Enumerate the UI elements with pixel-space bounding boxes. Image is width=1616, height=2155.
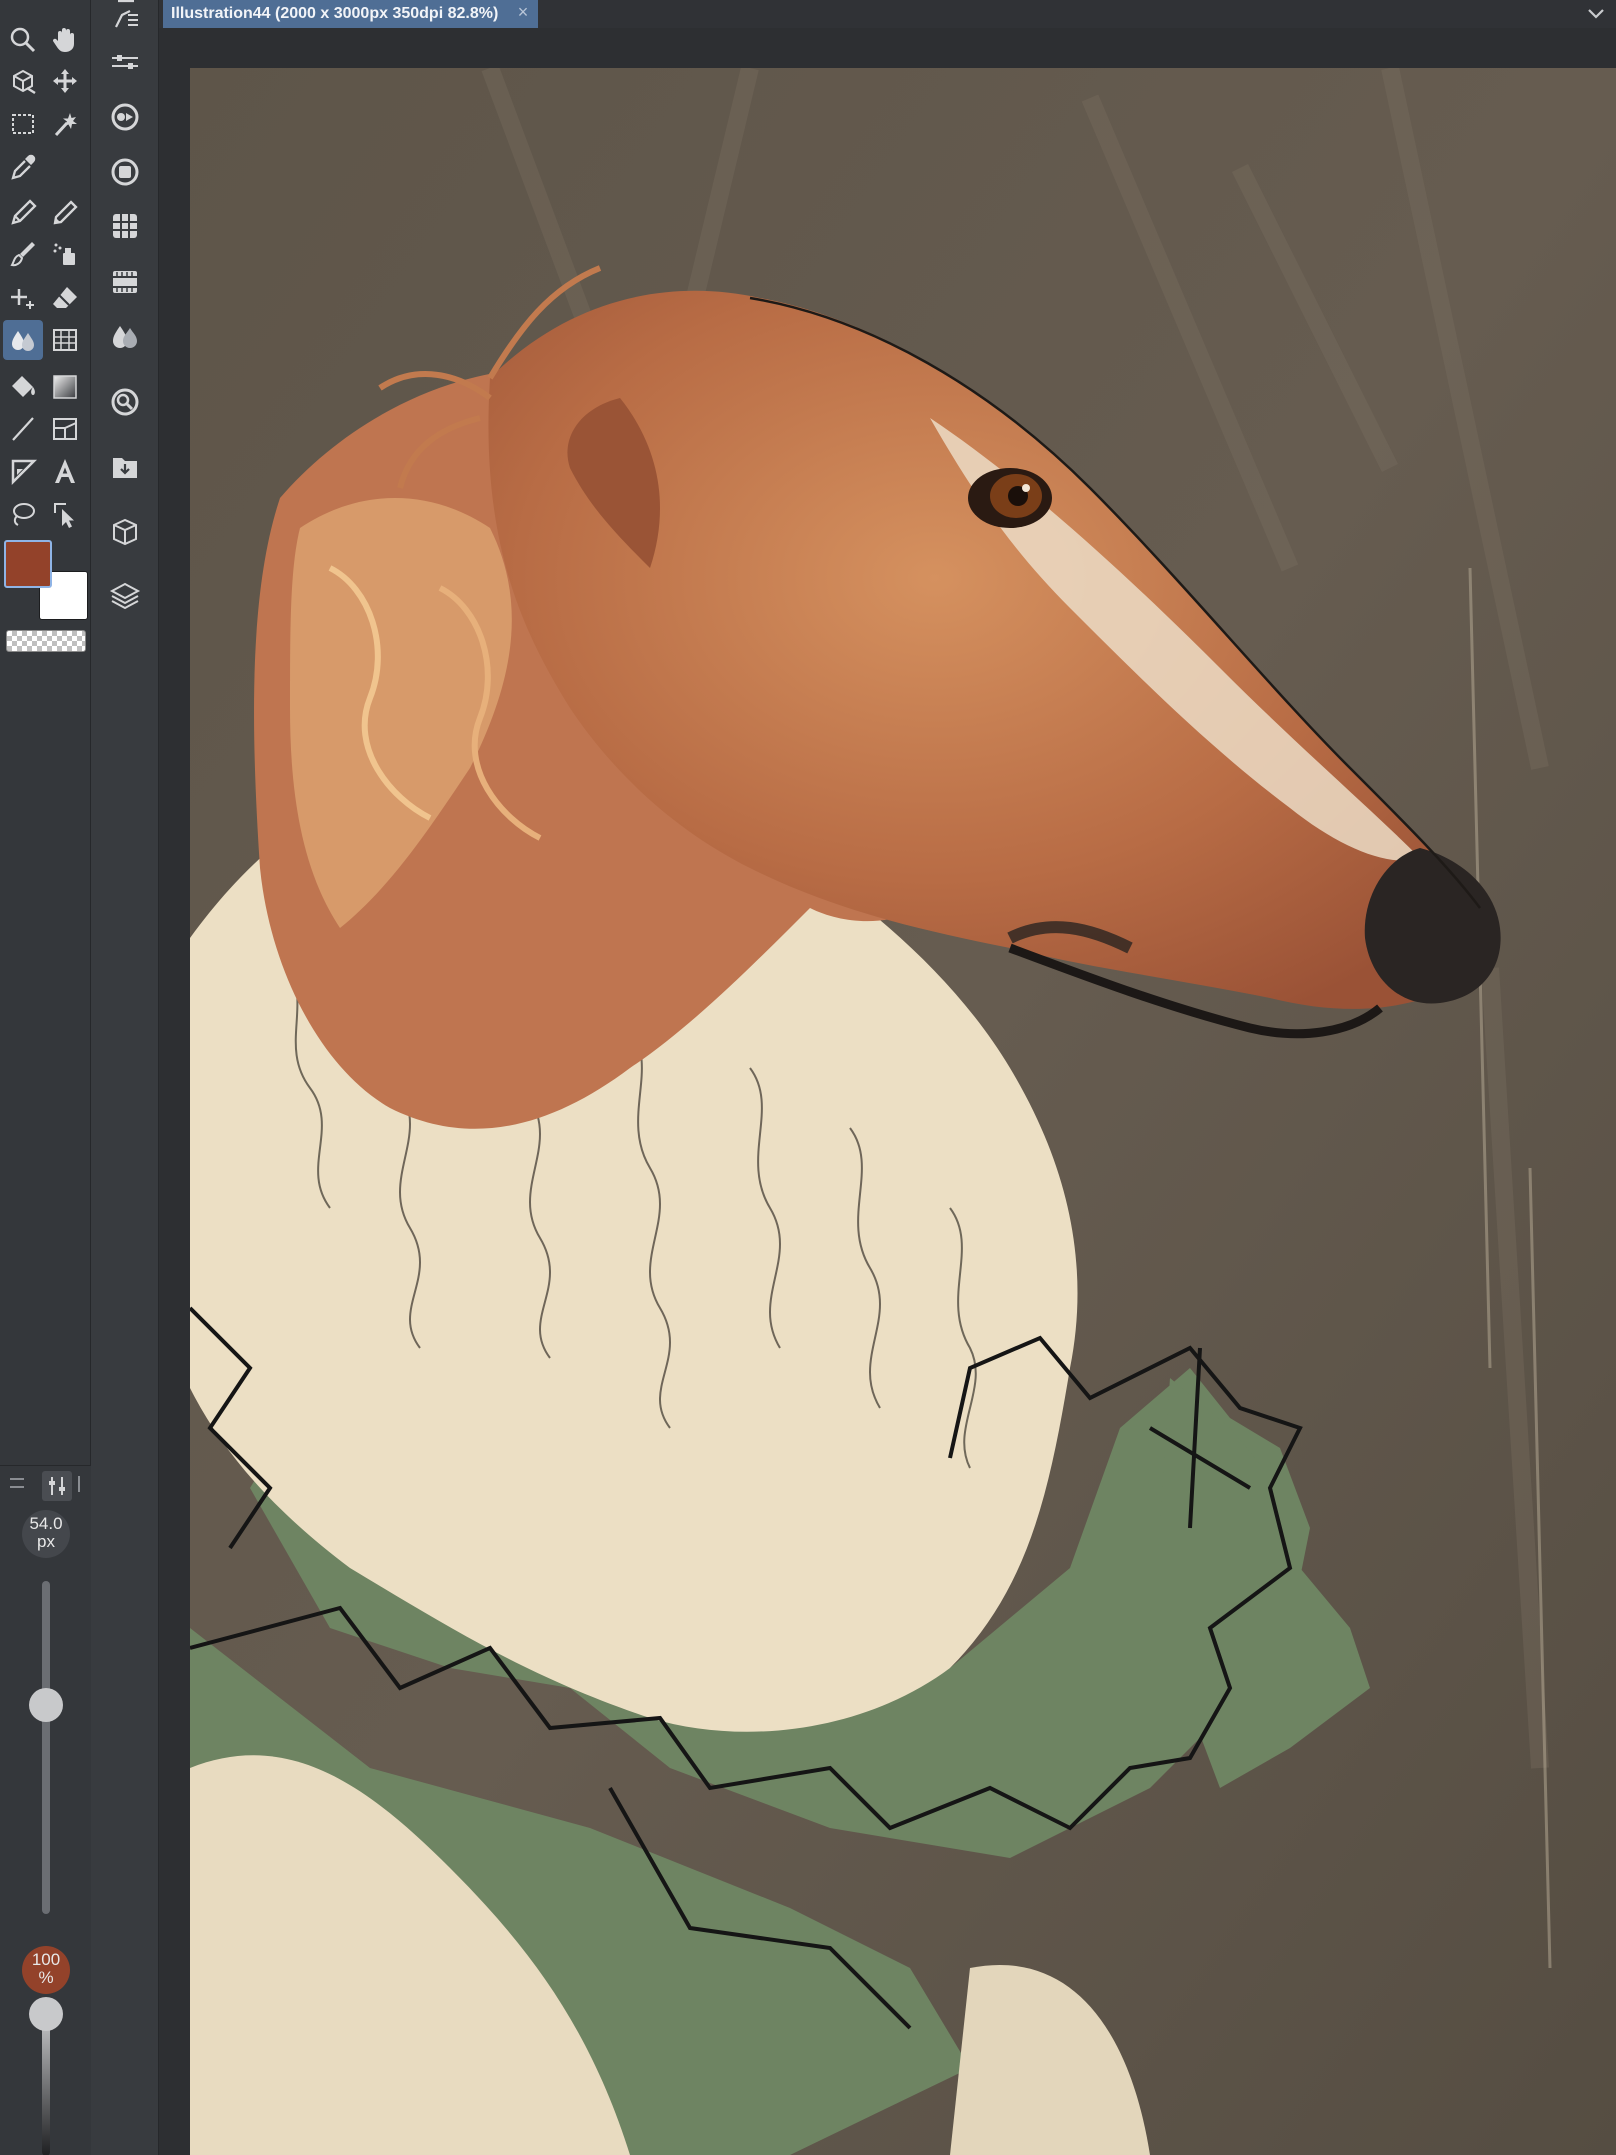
gradient-icon[interactable] [45,367,85,407]
layer-color-icon[interactable] [105,317,145,357]
tool-property-tab-icon[interactable] [42,1471,72,1501]
blend-icon[interactable] [3,320,43,360]
layers-icon[interactable] [105,576,145,616]
canvas-viewport[interactable] [159,28,1616,2155]
lasso-icon[interactable] [3,494,43,534]
document-tab-title: Illustration44 (2000 x 3000px 350dpi 82.… [171,5,499,22]
brush-icon[interactable] [3,234,43,274]
tool-palette [0,0,91,1465]
chevron-down-icon[interactable] [1584,2,1608,26]
opacity-unit: % [38,1968,54,1987]
frame-icon[interactable] [45,409,85,449]
brush-size-value: 54.0 [29,1514,63,1533]
opacity-slider-thumb[interactable] [29,1997,63,2031]
color-set-icon[interactable] [105,152,145,192]
palette-dock-bar [91,0,159,2155]
navigator-icon[interactable] [105,382,145,422]
layer-property-icon[interactable] [105,262,145,302]
panel-separator [78,1476,80,1492]
rect-selection-icon[interactable] [3,104,43,144]
panel-menu-icon[interactable] [10,1478,24,1488]
clip-studio-window: 54.0 px 100 % Illustration44 (2000 x 300… [0,0,1616,2155]
figure-fill-icon[interactable] [45,320,85,360]
brush-size-unit: px [37,1532,55,1551]
color-wheel-icon[interactable] [105,97,145,137]
illustration-artwork [190,68,1616,2155]
transparent-color-swatch[interactable] [6,630,86,652]
pen-icon[interactable] [3,192,43,232]
color-history-icon[interactable] [105,206,145,246]
magic-wand-icon[interactable] [45,104,85,144]
material-icon[interactable] [105,447,145,487]
fill-icon[interactable] [3,367,43,407]
tool-property-icon[interactable] [105,42,145,82]
object-select-icon[interactable] [45,494,85,534]
zoom-icon[interactable] [3,20,43,60]
brush-size-panel: 54.0 px 100 % [0,1465,91,2155]
brush-size-slider-thumb[interactable] [29,1688,63,1722]
text-icon[interactable] [45,451,85,491]
canvas[interactable] [190,68,1616,2155]
brush-size-slider-track[interactable] [42,1581,50,1914]
hand-icon[interactable] [45,20,85,60]
line-icon[interactable] [3,409,43,449]
move-icon[interactable] [45,61,85,101]
3d-layer-icon[interactable] [105,512,145,552]
sub-tool-icon[interactable] [105,0,145,34]
eyedropper-icon[interactable] [3,147,43,187]
pencil-icon[interactable] [45,192,85,232]
tab-close-icon[interactable]: × [518,2,529,23]
document-tab-bar: Illustration44 (2000 x 3000px 350dpi 82.… [159,0,1616,28]
ruler-icon[interactable] [3,451,43,491]
eraser-icon[interactable] [45,278,85,318]
decoration-icon[interactable] [3,278,43,318]
airbrush-icon[interactable] [45,234,85,274]
opacity-slider-track[interactable] [42,2014,50,2155]
rotate-3d-icon[interactable] [3,61,43,101]
document-tab[interactable]: Illustration44 (2000 x 3000px 350dpi 82.… [163,0,539,28]
main-color-swatch[interactable] [4,540,52,588]
opacity-value: 100 [31,1950,61,1969]
